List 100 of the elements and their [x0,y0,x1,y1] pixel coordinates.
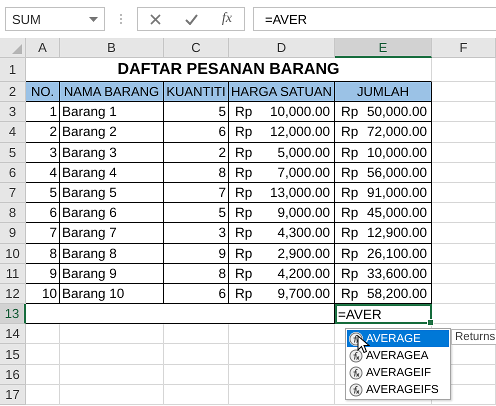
table-cell: 3 [164,223,229,244]
currency-label: Rp [341,104,358,120]
name-box[interactable]: SUM [5,7,105,31]
formula-field[interactable]: =AVER [253,7,496,31]
row-header[interactable]: 10 [0,244,26,264]
table-cell: Barang 1 [60,102,164,122]
table-cell: 7 [164,182,229,204]
table-cell: 8 [26,244,60,264]
total-value: 58,200.00 [366,286,427,301]
price-value: 12,000.00 [270,124,330,140]
autocomplete-item[interactable]: AVERAGE [347,330,449,347]
table-cell: Barang 2 [60,122,164,143]
row-header[interactable]: 11 [0,264,26,284]
table-header-cell: NO. [26,82,60,102]
currency-label: Rp [235,286,252,301]
table-cell: Barang 5 [60,182,164,204]
currency-label: Rp [235,205,252,220]
price-value: 10,000.00 [270,104,330,120]
column-header[interactable]: E [335,38,432,58]
row-header[interactable]: 8 [0,203,26,224]
total-value: 56,000.00 [366,164,427,180]
total-value: 45,000.00 [366,205,427,220]
checkmark-icon[interactable] [184,14,198,24]
active-cell[interactable]: =AVER [335,304,432,324]
table-cell: 5 [26,182,60,204]
row-header[interactable]: 13 [0,304,26,324]
table-cell: 9 [26,264,60,284]
total-value: 50,000.00 [366,104,427,120]
table-cell: 6 [26,203,60,224]
table-cell: 8 [164,264,229,284]
row-header[interactable]: 16 [0,364,26,385]
currency-label: Rp [341,164,358,180]
row-header[interactable]: 12 [0,284,26,304]
currency-label: Rp [235,225,252,240]
table-header-cell: KUANTITI [164,82,229,102]
table-cell: 3 [26,142,60,163]
total-value: 72,000.00 [366,124,427,140]
row-header[interactable]: 5 [0,142,26,163]
currency-label: Rp [235,124,252,140]
table-cell: 8 [164,162,229,183]
column-header[interactable]: B [60,38,164,58]
column-header[interactable]: F [432,38,496,58]
row-header[interactable]: 2 [0,82,26,102]
select-all-icon[interactable] [12,44,22,54]
price-value: 9,700.00 [277,286,330,301]
price-value: 2,900.00 [277,246,330,261]
row-header[interactable]: 14 [0,324,26,344]
price-value: 9,000.00 [277,205,330,220]
sheet-title: DAFTAR PESANAN BARANG [26,58,432,82]
table-header-cell: HARGA SATUAN [229,82,335,102]
table-cell: Barang 8 [60,244,164,264]
column-header[interactable]: D [229,38,335,58]
table-cell: 6 [164,122,229,143]
currency-label: Rp [235,185,252,200]
table-cell: Barang 6 [60,203,164,224]
currency-label: Rp [235,164,252,180]
function-icon [349,382,363,396]
currency-label: Rp [341,124,358,140]
table-cell: Barang 7 [60,223,164,244]
insert-function-button[interactable]: fx [222,11,232,27]
table-cell: Barang 9 [60,264,164,284]
table-cell: Barang 3 [60,142,164,163]
total-value: 33,600.00 [366,266,427,281]
row-header[interactable]: 15 [0,344,26,365]
table-cell: 7 [26,223,60,244]
currency-label: Rp [235,266,252,281]
price-value: 13,000.00 [270,185,330,200]
table-header-cell: JUMLAH [335,82,432,102]
price-value: 4,200.00 [277,266,330,281]
row-header[interactable]: 1 [0,58,26,82]
table-cell: Barang 10 [60,284,164,304]
currency-label: Rp [341,246,358,261]
column-header[interactable]: C [164,38,229,58]
grip-icon [119,12,123,26]
table-cell: 1 [26,102,60,122]
total-value: 10,000.00 [366,144,427,160]
function-icon [349,366,363,380]
currency-label: Rp [341,185,358,200]
table-cell: 2 [26,122,60,143]
row-header[interactable]: 7 [0,182,26,204]
table-cell: 10 [26,284,60,304]
price-value: 7,000.00 [277,164,330,180]
row-header[interactable]: 9 [0,223,26,244]
column-header[interactable]: A [26,38,60,58]
currency-label: Rp [341,286,358,301]
total-value: 91,000.00 [366,185,427,200]
row-header[interactable]: 17 [0,384,26,405]
currency-label: Rp [341,225,358,240]
row-header[interactable]: 6 [0,162,26,183]
row-header[interactable]: 3 [0,102,26,122]
function-icon [349,348,363,362]
close-icon[interactable] [150,14,161,24]
price-value: 4,300.00 [277,225,330,240]
row-header[interactable]: 4 [0,122,26,143]
dropdown-caret-icon[interactable] [89,16,98,22]
price-value: 5,000.00 [277,144,330,160]
table-cell: 4 [26,162,60,183]
table-cell: 2 [164,142,229,163]
currency-label: Rp [341,266,358,281]
table-cell: 5 [164,102,229,122]
